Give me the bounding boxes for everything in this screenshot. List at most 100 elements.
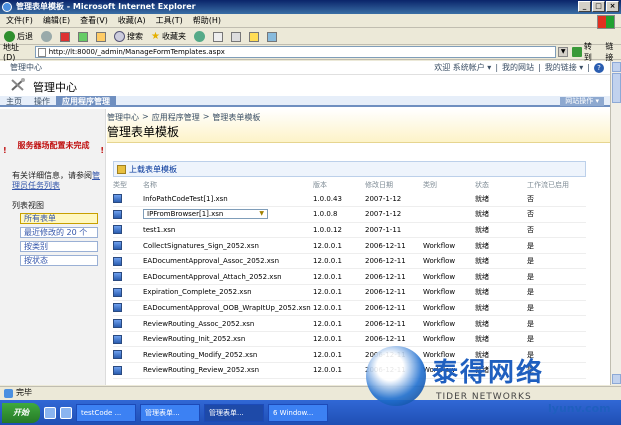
maximize-button[interactable]: □ [592, 1, 605, 12]
template-name-selected[interactable]: IPFromBrowser[1].xsn ▼ [143, 209, 268, 220]
menu-help[interactable]: 帮助(H) [193, 14, 221, 27]
template-name-link[interactable]: CollectSignatures_Sign_2052.xsn [143, 242, 259, 250]
help-icon[interactable]: ? [594, 63, 604, 73]
address-input[interactable]: http://lt:8000/_admin/ManageFormTemplate… [34, 46, 557, 58]
quicklaunch-desktop-icon[interactable] [60, 406, 72, 419]
col-workflow[interactable]: 工作流已启用 [527, 179, 586, 191]
forward-arrow-icon [41, 31, 52, 42]
address-dropdown-icon[interactable]: ▼ [558, 47, 569, 57]
history-button[interactable] [192, 30, 207, 44]
template-name-link[interactable]: Expiration_Complete_2052.xsn [143, 288, 252, 296]
my-links-menu[interactable]: 我的链接 ▾ [545, 61, 584, 75]
tab-operations[interactable]: 操作 [28, 96, 56, 106]
search-button[interactable]: 搜索 [112, 30, 145, 44]
start-button[interactable]: 开始 [2, 402, 40, 423]
menu-favorites[interactable]: 收藏(A) [118, 14, 146, 27]
favorites-button[interactable]: ★ 收藏夹 [149, 30, 188, 44]
go-button[interactable]: 转到 [572, 41, 599, 63]
quicklaunch-ie-icon[interactable] [44, 406, 56, 419]
top-central-admin-link[interactable]: 管理中心 [10, 61, 42, 75]
edit-menu-icon[interactable]: ▼ [259, 210, 264, 217]
template-name-link[interactable]: EADocumentApproval_OOB_WrapItUp_2052.xsn [143, 304, 311, 312]
breadcrumb-app-management[interactable]: 应用程序管理 [152, 112, 200, 123]
separator: | [538, 63, 541, 72]
folder-button[interactable] [247, 30, 261, 44]
table-row[interactable]: CollectSignatures_Sign_2052.xsn 12.0.0.1 2… [113, 237, 586, 254]
refresh-button[interactable] [76, 30, 90, 44]
home-button[interactable] [94, 30, 108, 44]
status-cell: 就绪 [475, 222, 527, 239]
infopath-icon [113, 194, 122, 204]
close-button[interactable]: × [606, 1, 619, 12]
table-row[interactable]: IPFromBrowser[1].xsn ▼ 1.0.0.8 2007-1-12 就绪否 [113, 206, 586, 223]
print-button[interactable] [229, 30, 243, 44]
table-row[interactable]: Expiration_Complete_2052.xsn 12.0.0.1 2006… [113, 284, 586, 301]
table-row[interactable]: InfoPathCodeTest[1].xsn 1.0.0.43 2007-1-12… [113, 191, 586, 208]
links-button[interactable]: 链接 [605, 41, 621, 63]
mail-button[interactable] [211, 30, 225, 44]
forward-button[interactable] [39, 30, 54, 44]
back-label: 后退 [17, 32, 33, 41]
category-cell [423, 191, 475, 208]
date-cell: 2006-12-11 [365, 331, 423, 348]
col-name[interactable]: 名称 [143, 179, 313, 191]
template-name-link[interactable]: EADocumentApproval_Assoc_2052.xsn [143, 257, 279, 265]
category-cell: Workflow [423, 300, 475, 317]
table-row[interactable]: ReviewRouting_Modify_2052.xsn 12.0.0.1 200… [113, 346, 586, 364]
template-name-link[interactable]: EADocumentApproval_Attach_2052.xsn [143, 273, 282, 281]
minimize-button[interactable]: _ [578, 1, 591, 12]
welcome-menu[interactable]: 欢迎 系统帐户 ▾ [434, 61, 491, 75]
template-name-link[interactable]: test1.xsn [143, 226, 175, 234]
table-row[interactable]: ReviewRouting_Init_2052.xsn 12.0.0.1 2006-… [113, 331, 586, 348]
view-by-status[interactable]: 按状态 [20, 255, 98, 266]
scroll-down-icon[interactable] [612, 374, 621, 384]
infopath-icon [113, 256, 122, 266]
table-row[interactable]: test1.xsn 1.0.0.12 2007-1-11 就绪否 [113, 222, 586, 239]
template-name-link[interactable]: ReviewRouting_Modify_2052.xsn [143, 351, 257, 359]
scroll-thumb[interactable] [612, 73, 621, 103]
table-row[interactable]: ReviewRouting_Review_2052.xsn 12.0.0.1 200… [113, 362, 586, 379]
menu-file[interactable]: 文件(F) [6, 14, 33, 27]
template-name-link[interactable]: ReviewRouting_Assoc_2052.xsn [143, 320, 254, 328]
breadcrumb-central-admin[interactable]: 管理中心 [107, 112, 139, 123]
messenger-button[interactable] [265, 30, 279, 44]
search-label: 搜索 [127, 32, 143, 41]
col-version[interactable]: 版本 [313, 179, 365, 191]
table-row[interactable]: EADocumentApproval_Attach_2052.xsn 12.0.0… [113, 268, 586, 286]
template-name-link[interactable]: ReviewRouting_Review_2052.xsn [143, 366, 259, 374]
template-name-link[interactable]: InfoPathCodeTest[1].xsn [143, 195, 228, 203]
workflow-cell: 是 [527, 300, 586, 317]
col-modified[interactable]: 修改日期 [365, 179, 423, 191]
print-icon [230, 31, 241, 42]
menu-edit[interactable]: 编辑(E) [43, 14, 70, 27]
stop-button[interactable] [58, 30, 72, 44]
col-status[interactable]: 状态 [475, 179, 527, 191]
table-row[interactable]: EADocumentApproval_Assoc_2052.xsn 12.0.0.… [113, 253, 586, 270]
date-cell: 2006-12-11 [365, 237, 423, 254]
status-cell: 就绪 [475, 346, 527, 364]
upload-form-template-button[interactable]: 上载表单模板 [113, 161, 586, 177]
workflow-cell: 是 [527, 315, 586, 332]
taskbar-item[interactable]: 管理表单... [140, 403, 200, 422]
vertical-scrollbar[interactable] [610, 61, 621, 385]
home-icon [96, 31, 106, 42]
menu-view[interactable]: 查看(V) [80, 14, 108, 27]
view-recent-20[interactable]: 最近修改的 20 个 [20, 227, 98, 238]
taskbar-item-active[interactable]: 管理表单... [204, 403, 264, 422]
tab-application-management[interactable]: 应用程序管理 [56, 96, 116, 106]
table-row[interactable]: ReviewRouting_Assoc_2052.xsn 12.0.0.1 2006… [113, 315, 586, 332]
my-site-link[interactable]: 我的网站 [502, 61, 534, 75]
status-cell: 就绪 [475, 268, 527, 286]
menu-tools[interactable]: 工具(T) [156, 14, 183, 27]
col-type[interactable]: 类型 [113, 179, 143, 191]
col-category[interactable]: 类别 [423, 179, 475, 191]
taskbar-item[interactable]: 6 Window... [268, 403, 328, 422]
taskbar-item[interactable]: testCode ... [76, 403, 136, 422]
view-by-category[interactable]: 按类别 [20, 241, 98, 252]
table-row[interactable]: EADocumentApproval_OOB_WrapItUp_2052.xsn… [113, 300, 586, 317]
tab-home[interactable]: 主页 [0, 96, 28, 106]
site-actions-menu[interactable]: 网站操作 ▾ [560, 97, 604, 106]
template-name-link[interactable]: ReviewRouting_Init_2052.xsn [143, 335, 245, 343]
scroll-up-icon[interactable] [612, 62, 621, 72]
view-all-forms[interactable]: 所有表单 [20, 213, 98, 224]
